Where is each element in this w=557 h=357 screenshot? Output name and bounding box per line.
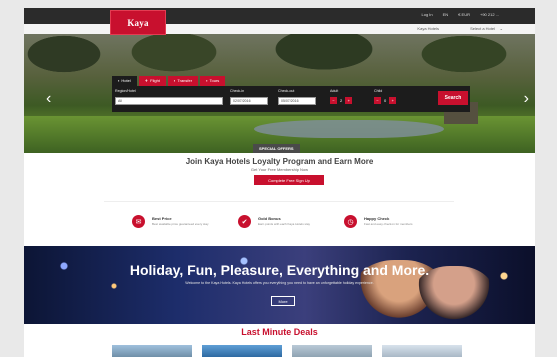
map-icon: ▪ bbox=[206, 78, 208, 83]
thumbs-up-icon: ✔ bbox=[238, 215, 251, 228]
destination-label: Region/Hotel bbox=[115, 89, 136, 93]
children-label: Child bbox=[374, 89, 383, 93]
site-logo[interactable]: Kaya bbox=[110, 10, 166, 35]
logo-text: Kaya bbox=[127, 17, 149, 28]
tab-transfer-label: Transfer bbox=[177, 78, 193, 83]
car-icon: ▪ bbox=[173, 78, 176, 83]
promo-banner: Holiday, Fun, Pleasure, Everything and M… bbox=[24, 246, 535, 324]
deal-thumbnail[interactable] bbox=[202, 345, 282, 357]
banner-title: Holiday, Fun, Pleasure, Everything and M… bbox=[129, 262, 430, 278]
feature-desc: Fast and easy check-in for members bbox=[364, 222, 413, 226]
top-link-phone[interactable]: +90 212 ... bbox=[480, 12, 499, 17]
minus-icon[interactable]: − bbox=[374, 97, 381, 104]
last-minute-deals: Last Minute Deals bbox=[24, 324, 535, 357]
top-link-currency[interactable]: € EUR bbox=[458, 12, 470, 17]
booking-tabs: ▪ Hotel ✈ Flight ▪ Transfer ▪ Tours bbox=[112, 76, 226, 86]
deal-thumbnail[interactable] bbox=[112, 345, 192, 357]
signup-button[interactable]: Complete Free Sign Up bbox=[254, 175, 324, 185]
hero-slider: ‹ › ▪ Hotel ✈ Flight ▪ Transfer ▪ Tours Regi… bbox=[24, 34, 535, 153]
children-stepper[interactable]: −0 + bbox=[374, 97, 397, 104]
tab-tours-label: Tours bbox=[209, 78, 220, 83]
feature-title: Happy Check bbox=[364, 216, 390, 221]
feature-best-price: ✉ Best Price Best available price guaran… bbox=[132, 213, 242, 235]
tab-flight[interactable]: ✈ Flight bbox=[138, 76, 166, 86]
top-link-language[interactable]: EN bbox=[443, 12, 449, 17]
loyalty-title: Join Kaya Hotels Loyalty Program and Ear… bbox=[185, 157, 374, 166]
banner-subtitle: Welcome to the Kaya Hotels. Kaya Hotels … bbox=[185, 281, 374, 285]
hero-pond bbox=[254, 120, 444, 138]
adults-value: 2 bbox=[340, 98, 343, 103]
destination-input[interactable]: All bbox=[115, 97, 223, 105]
feature-desc: Earn points with each Kaya Hotels stay bbox=[258, 222, 311, 226]
hotel-select[interactable]: Select a Hotel bbox=[470, 26, 495, 31]
plus-icon[interactable]: + bbox=[345, 97, 353, 104]
chevron-down-icon: ⌄ bbox=[499, 26, 503, 31]
tab-tours[interactable]: ▪ Tours bbox=[200, 76, 226, 86]
slider-next-icon[interactable]: › bbox=[524, 90, 529, 108]
adults-label: Adult bbox=[330, 89, 339, 93]
deals-title: Last Minute Deals bbox=[241, 327, 318, 337]
children-value: 0 bbox=[384, 98, 387, 103]
feature-title: Best Price bbox=[152, 216, 172, 221]
tab-flight-label: Flight bbox=[150, 78, 160, 83]
adults-stepper[interactable]: −2 + bbox=[330, 97, 353, 104]
tab-hotel[interactable]: ▪ Hotel bbox=[112, 76, 137, 86]
clock-icon: ◷ bbox=[344, 215, 357, 228]
minus-icon[interactable]: − bbox=[330, 97, 337, 104]
checkout-input[interactable]: 05/07/2016 bbox=[278, 97, 316, 105]
feature-title: Gold Bonus bbox=[258, 216, 281, 221]
deal-thumbnail[interactable] bbox=[292, 345, 372, 357]
feature-desc: Best available price guaranteed every st… bbox=[152, 222, 209, 226]
checkout-label: Check-out bbox=[278, 89, 295, 93]
checkin-label: Check-in bbox=[230, 89, 245, 93]
loyalty-section: Join Kaya Hotels Loyalty Program and Ear… bbox=[24, 153, 535, 246]
bed-icon: ▪ bbox=[118, 78, 120, 83]
top-link-login[interactable]: Log In bbox=[422, 12, 433, 17]
top-bar: Log In EN € EUR +90 212 ... bbox=[24, 8, 535, 24]
feature-happy-check: ◷ Happy Check Fast and easy check-in for… bbox=[344, 213, 454, 235]
plus-icon[interactable]: + bbox=[389, 97, 397, 104]
checkin-input[interactable]: 02/07/2016 bbox=[230, 97, 268, 105]
browser-page: Log In EN € EUR +90 212 ... Kaya Kaya Ho… bbox=[24, 8, 535, 357]
booking-form: Region/Hotel All Check-in 02/07/2016 Che… bbox=[112, 86, 470, 112]
divider bbox=[104, 201, 454, 202]
gift-icon: ✉ bbox=[132, 215, 145, 228]
slider-prev-icon[interactable]: ‹ bbox=[46, 90, 51, 108]
search-button[interactable]: Search bbox=[438, 91, 468, 105]
deal-thumbnail[interactable] bbox=[382, 345, 462, 357]
tab-hotel-label: Hotel bbox=[121, 78, 131, 83]
top-links: Log In EN € EUR +90 212 ... bbox=[422, 12, 499, 17]
feature-gold-bonus: ✔ Gold Bonus Earn points with each Kaya … bbox=[238, 213, 348, 235]
sub-nav-link-hotels[interactable]: Kaya Hotels bbox=[417, 26, 439, 31]
special-offers-button[interactable]: SPECIAL OFFERS bbox=[253, 144, 300, 153]
plane-icon: ✈ bbox=[144, 78, 149, 83]
loyalty-subtitle: Get Your Free Membership Now bbox=[250, 167, 309, 172]
tab-transfer[interactable]: ▪ Transfer bbox=[167, 76, 199, 86]
more-button[interactable]: More bbox=[271, 296, 295, 306]
